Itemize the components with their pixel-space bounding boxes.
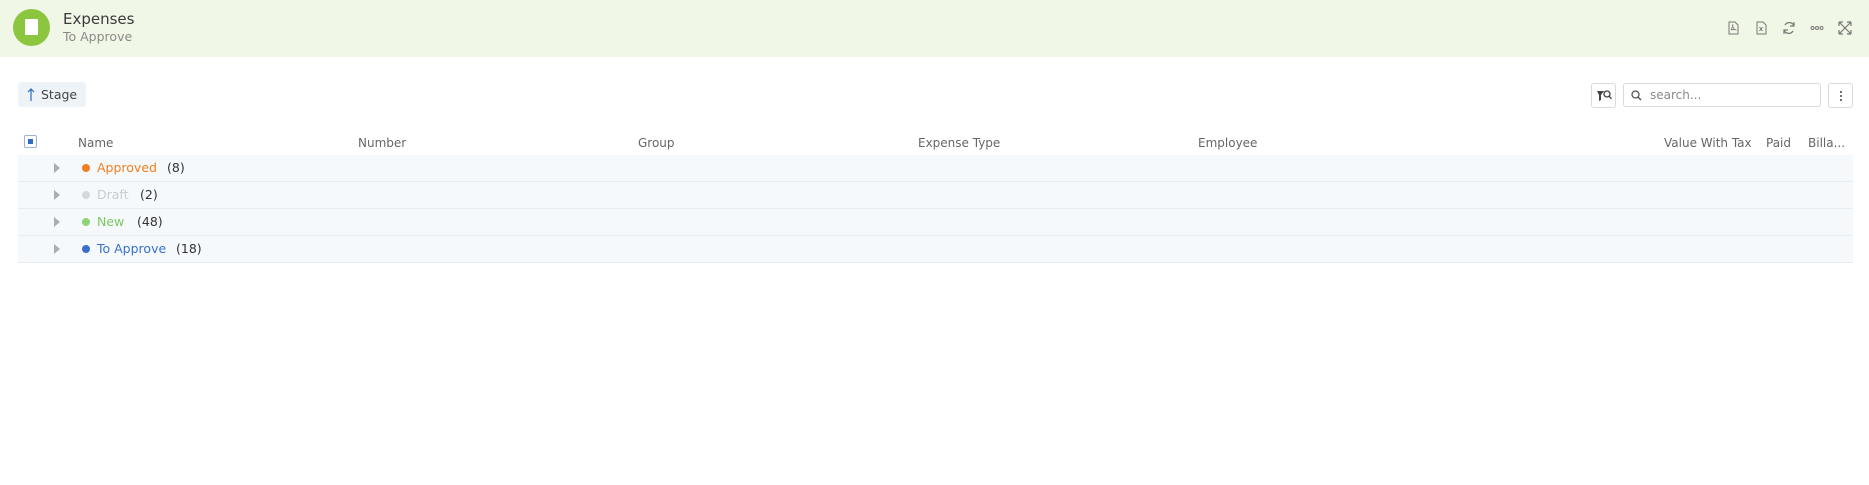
page-title: Expenses xyxy=(63,10,135,28)
group-count: (48) xyxy=(137,214,163,229)
more-options-button[interactable] xyxy=(1808,19,1826,37)
expand-caret-icon[interactable] xyxy=(54,163,60,173)
export-excel-button[interactable] xyxy=(1752,19,1770,37)
group-row-approved[interactable]: Approved (8) xyxy=(18,155,1853,182)
expand-caret-icon[interactable] xyxy=(54,217,60,227)
stage-dot xyxy=(82,191,90,199)
column-header-expense-type[interactable]: Expense Type xyxy=(918,133,1000,153)
column-header-billable[interactable]: Billa... xyxy=(1808,133,1845,153)
group-count: (2) xyxy=(140,187,158,202)
column-header-employee[interactable]: Employee xyxy=(1198,133,1257,153)
stage-dot xyxy=(82,164,90,172)
group-label[interactable]: Draft xyxy=(97,187,129,202)
export-pdf-button[interactable] xyxy=(1724,19,1742,37)
column-header-group[interactable]: Group xyxy=(638,133,675,153)
table-options-button[interactable] xyxy=(1828,83,1853,108)
column-header-number[interactable]: Number xyxy=(358,133,406,153)
column-header-value-with-tax[interactable]: Value With Tax xyxy=(1664,133,1752,153)
sort-label: Stage xyxy=(41,87,78,102)
refresh-button[interactable] xyxy=(1780,19,1798,37)
expand-icon xyxy=(1838,21,1852,35)
page-subtitle: To Approve xyxy=(63,29,133,44)
excel-icon xyxy=(1756,21,1767,35)
group-label[interactable]: To Approve xyxy=(97,241,166,256)
more-horizontal-icon xyxy=(1810,26,1824,30)
expand-caret-icon[interactable] xyxy=(54,190,60,200)
group-count: (18) xyxy=(176,241,202,256)
filter-icon xyxy=(1596,89,1612,101)
header-bar: Expenses To Approve xyxy=(0,0,1869,57)
pdf-icon xyxy=(1728,21,1739,35)
stage-dot xyxy=(82,218,90,226)
arrow-up-icon xyxy=(27,87,35,101)
column-header-paid[interactable]: Paid xyxy=(1766,133,1791,153)
group-label[interactable]: New xyxy=(97,214,124,229)
group-label[interactable]: Approved xyxy=(97,160,157,175)
column-header-name[interactable]: Name xyxy=(78,133,113,153)
expand-caret-icon[interactable] xyxy=(54,244,60,254)
group-row-new[interactable]: New (48) xyxy=(18,209,1853,236)
refresh-icon xyxy=(1783,22,1795,34)
filter-button[interactable] xyxy=(1591,83,1616,108)
group-row-to-approve[interactable]: To Approve (18) xyxy=(18,236,1853,263)
stage-dot xyxy=(82,245,90,253)
expenses-app-icon xyxy=(13,9,50,46)
sort-by-stage-chip[interactable]: Stage xyxy=(18,82,87,107)
select-all-checkbox[interactable] xyxy=(24,135,37,148)
search-icon xyxy=(1631,89,1642,100)
more-vertical-icon xyxy=(1839,90,1842,101)
search-input[interactable] xyxy=(1648,87,1812,103)
fullscreen-button[interactable] xyxy=(1836,19,1854,37)
search-field[interactable] xyxy=(1623,83,1821,107)
group-count: (8) xyxy=(167,160,185,175)
group-row-draft[interactable]: Draft (2) xyxy=(18,182,1853,209)
